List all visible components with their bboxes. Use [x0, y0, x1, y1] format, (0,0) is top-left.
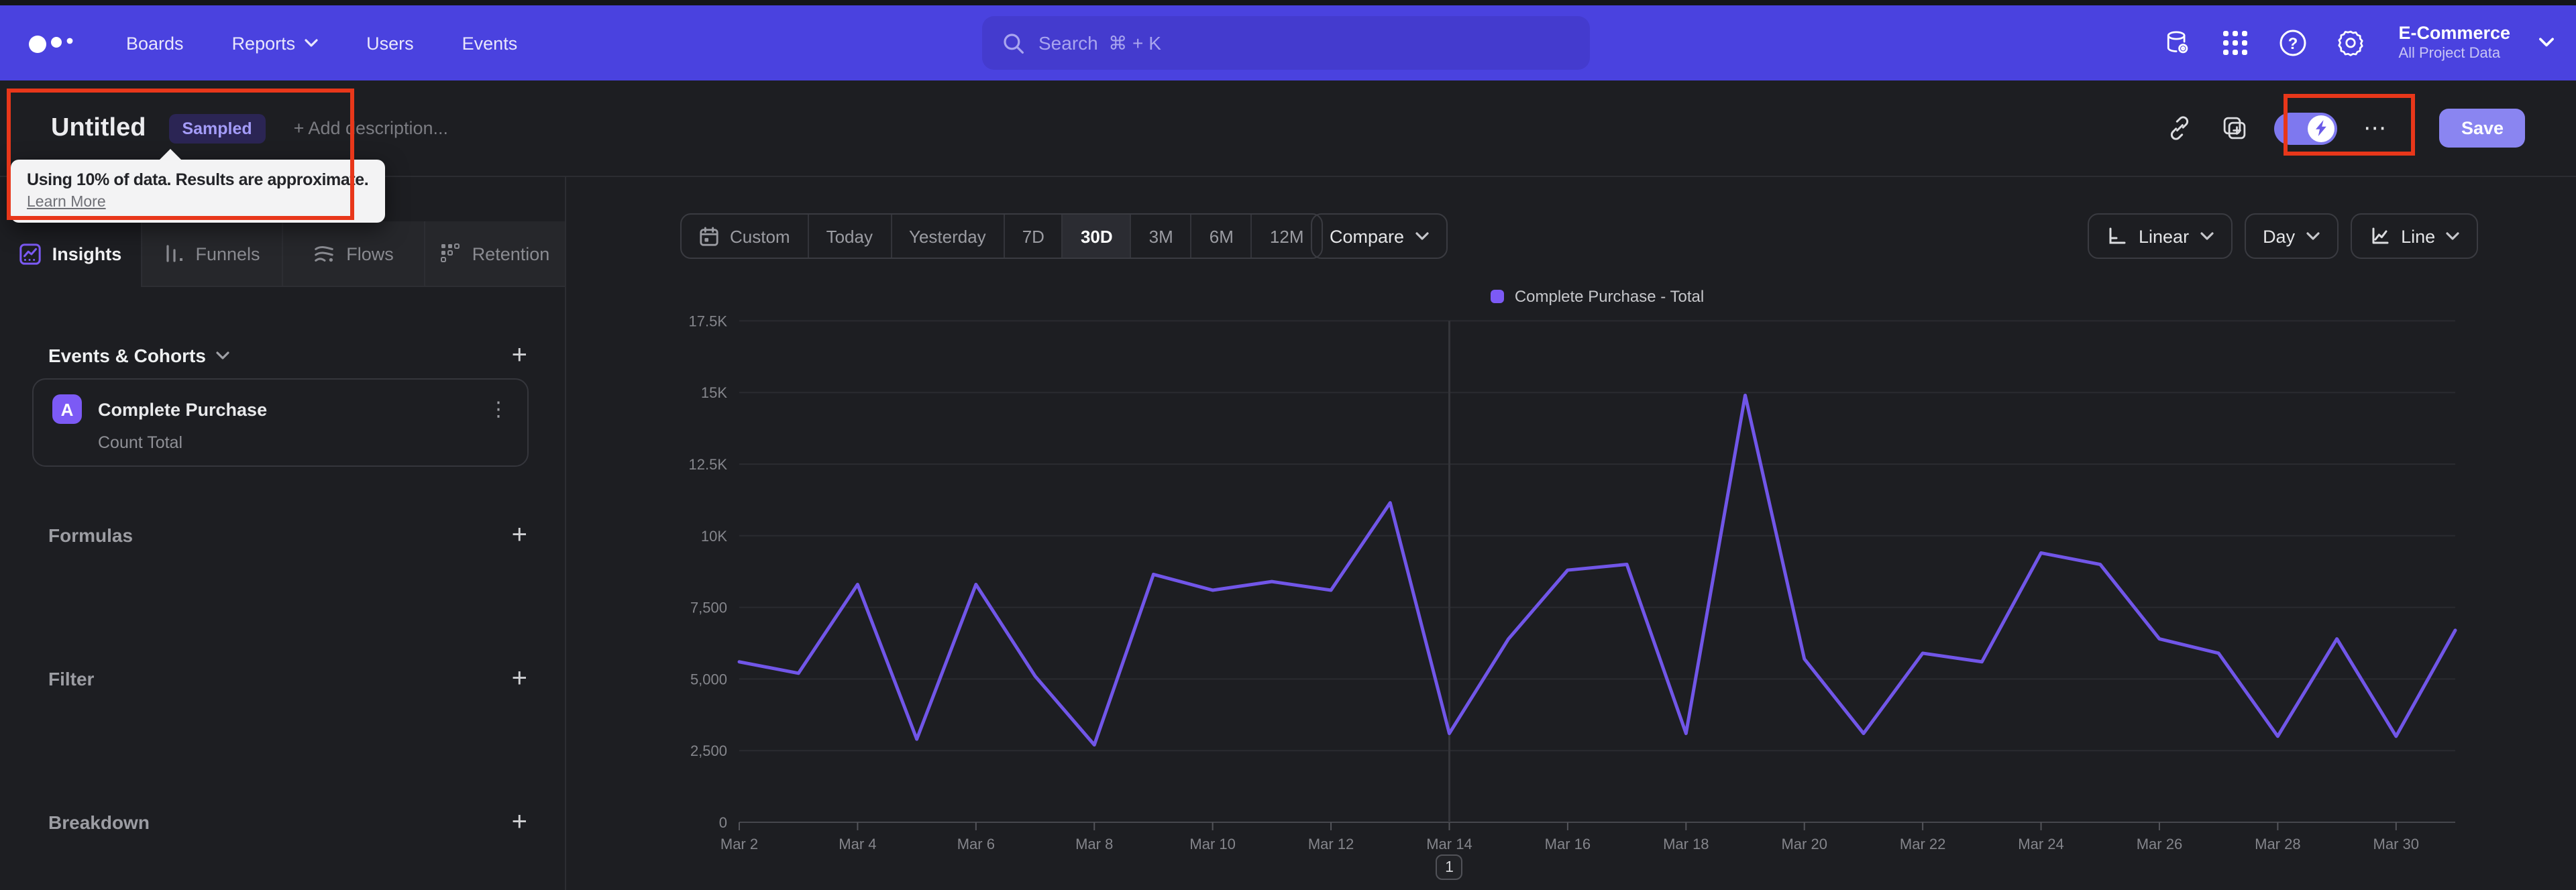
tab-retention[interactable]: Retention [423, 221, 565, 287]
tooltip-message: Using 10% of data. Results are approxima… [27, 170, 369, 189]
svg-text:15K: 15K [701, 384, 727, 401]
nav-item-users[interactable]: Users [366, 33, 414, 53]
add-description[interactable]: + Add description... [294, 118, 448, 138]
report-tabs: Insights Funnels Flows Retention [0, 221, 565, 287]
svg-text:2,500: 2,500 [690, 742, 727, 759]
svg-text:Mar 16: Mar 16 [1545, 836, 1591, 852]
save-button[interactable]: Save [2439, 109, 2525, 148]
toggle-knob [2308, 115, 2335, 142]
title-bar-actions: ⋯ Save [2165, 109, 2525, 148]
sampling-toggle[interactable] [2274, 112, 2338, 144]
svg-text:Mar 10: Mar 10 [1189, 836, 1235, 852]
add-formula-button[interactable]: + [512, 522, 527, 549]
svg-text:17.5K: 17.5K [689, 313, 728, 329]
svg-text:Mar 14: Mar 14 [1426, 836, 1472, 852]
svg-text:Mar 4: Mar 4 [839, 836, 876, 852]
svg-text:Mar 22: Mar 22 [1900, 836, 1945, 852]
svg-text:Mar 18: Mar 18 [1663, 836, 1709, 852]
formulas-section: Formulas + [48, 519, 527, 551]
copy-link-icon[interactable] [2165, 113, 2194, 143]
search-input[interactable]: Search ⌘ + K [982, 16, 1590, 70]
report-title[interactable]: Untitled [51, 113, 146, 143]
learn-more-link[interactable]: Learn More [27, 194, 106, 211]
tab-flows[interactable]: Flows [282, 221, 423, 287]
search-icon [1004, 33, 1024, 53]
data-management-icon[interactable] [2162, 28, 2192, 58]
lightning-bolt-icon [2315, 120, 2326, 136]
project-scope: All Project Data [2398, 45, 2501, 62]
breakdown-label: Breakdown [48, 812, 150, 833]
nav-item-reports[interactable]: Reports [232, 33, 319, 53]
svg-text:?: ? [2288, 35, 2298, 53]
svg-text:Mar 24: Mar 24 [2018, 836, 2063, 852]
series-letter-badge: A [52, 394, 82, 424]
event-card-row: A Complete Purchase ⋮ [34, 380, 527, 424]
svg-text:12.5K: 12.5K [689, 456, 728, 473]
events-cohorts-header: Events & Cohorts + [48, 339, 527, 372]
svg-text:Mar 20: Mar 20 [1781, 836, 1827, 852]
navbar-right: ? E-Commerce All Project Data [2162, 5, 2555, 80]
add-filter-button[interactable]: + [512, 665, 527, 692]
sampled-badge[interactable]: Sampled [168, 113, 266, 143]
apps-grid-icon[interactable] [2220, 28, 2249, 58]
events-cohorts-label[interactable]: Events & Cohorts [48, 345, 230, 366]
project-name: E-Commerce [2398, 22, 2510, 43]
nav-links: Boards Reports Users Events [126, 33, 517, 53]
search-placeholder: Search ⌘ + K [1038, 32, 1161, 53]
event-card[interactable]: A Complete Purchase ⋮ Count Total [32, 378, 529, 467]
svg-text:5,000: 5,000 [690, 671, 727, 687]
window-edge-strip [0, 0, 2576, 5]
breakdown-section: Breakdown + [48, 806, 527, 838]
project-switcher[interactable]: E-Commerce All Project Data [2398, 22, 2510, 63]
chevron-down-icon [217, 351, 230, 359]
tab-insights[interactable]: Insights [0, 221, 140, 287]
event-aggregation[interactable]: Count Total [98, 433, 527, 452]
add-breakdown-button[interactable]: + [512, 809, 527, 836]
svg-text:10K: 10K [701, 528, 727, 545]
insights-icon [19, 243, 41, 264]
chevron-down-icon [305, 38, 318, 46]
divider [2412, 111, 2414, 146]
svg-text:Mar 26: Mar 26 [2137, 836, 2182, 852]
filter-section: Filter + [48, 663, 527, 695]
mixpanel-logo-icon[interactable] [24, 27, 86, 59]
svg-text:7,500: 7,500 [690, 600, 727, 616]
filter-label: Filter [48, 668, 95, 689]
event-kebab-menu-icon[interactable]: ⋮ [488, 397, 508, 421]
duplicate-icon[interactable] [2220, 113, 2249, 143]
help-icon[interactable]: ? [2277, 28, 2307, 58]
formulas-label: Formulas [48, 524, 133, 546]
sampling-tooltip: Using 10% of data. Results are approxima… [11, 149, 385, 223]
nav-item-boards[interactable]: Boards [126, 33, 184, 53]
svg-text:Mar 30: Mar 30 [2373, 836, 2419, 852]
svg-text:Mar 2: Mar 2 [720, 836, 758, 852]
settings-gear-icon[interactable] [2335, 28, 2365, 58]
event-name: Complete Purchase [98, 399, 268, 419]
svg-text:0: 0 [719, 814, 727, 831]
chart-panel: Custom Today Yesterday 7D 30D 3M 6M 12M … [566, 177, 2576, 890]
svg-text:Mar 6: Mar 6 [957, 836, 995, 852]
svg-text:Mar 12: Mar 12 [1308, 836, 1354, 852]
svg-text:Mar 8: Mar 8 [1075, 836, 1113, 852]
top-navbar: Boards Reports Users Events Search ⌘ + K… [0, 5, 2576, 80]
tooltip-arrow [158, 149, 182, 161]
tab-funnels[interactable]: Funnels [140, 221, 282, 287]
report-title-bar: Untitled Sampled + Add description... ⋯ … [0, 80, 2576, 177]
project-chevron-down-icon[interactable] [2538, 38, 2555, 48]
funnels-icon [166, 245, 182, 262]
main-content: Insights Funnels Flows Retention Events … [0, 177, 2576, 890]
retention-icon [440, 243, 460, 262]
flows-icon [315, 245, 334, 262]
line-chart[interactable]: 0 2,500 5,000 7,500 10K 12.5K 15K 17.5K Mar 2 Mar… [566, 177, 2575, 889]
annotation-marker-1[interactable]: 1 [1436, 854, 1463, 880]
query-sidebar: Insights Funnels Flows Retention Events … [0, 177, 566, 890]
add-event-button[interactable]: + [512, 342, 527, 369]
nav-item-events[interactable]: Events [462, 33, 518, 53]
svg-text:Mar 28: Mar 28 [2255, 836, 2300, 852]
